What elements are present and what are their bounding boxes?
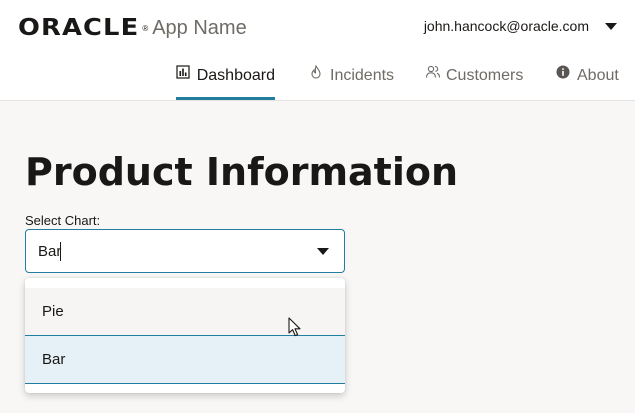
main-navigation: Dashboard Incidents Customers About — [0, 58, 635, 101]
nav-item-dashboard[interactable]: Dashboard — [176, 58, 275, 101]
caret-down-icon — [605, 22, 617, 30]
option-bar[interactable]: Bar — [25, 336, 345, 384]
oracle-logo: ORACLE — [18, 15, 140, 41]
dropdown-arrow-icon[interactable] — [317, 248, 329, 255]
registered-mark: ® — [142, 23, 149, 33]
option-label: Bar — [42, 351, 66, 368]
nav-item-label: About — [577, 67, 619, 84]
select-chart-label: Select Chart: — [25, 213, 101, 228]
nav-item-label: Dashboard — [196, 67, 275, 84]
select-chart-combobox[interactable]: Bar — [25, 229, 345, 273]
user-menu-button[interactable]: john.hancock@oracle.com — [424, 18, 617, 34]
flame-icon — [309, 65, 325, 81]
bar-chart-icon — [176, 65, 192, 81]
mouse-pointer-icon — [288, 317, 301, 337]
select-chart-input-value: Bar — [38, 243, 62, 260]
nav-item-incidents[interactable]: Incidents — [309, 58, 395, 101]
user-email: john.hancock@oracle.com — [423, 18, 589, 34]
nav-item-about[interactable]: About — [556, 58, 626, 101]
nav-item-customers[interactable]: Customers — [425, 58, 525, 101]
nav-item-label: Incidents — [330, 67, 395, 84]
app-header: ORACLE ® App Name john.hancock@oracle.com… — [0, 0, 635, 101]
option-label: Pie — [42, 303, 64, 320]
text-cursor — [60, 242, 61, 261]
app-name: App Name — [152, 16, 247, 39]
page-title: Product Information — [25, 150, 459, 194]
info-icon — [556, 65, 572, 81]
people-icon — [425, 65, 441, 81]
brand: ORACLE ® App Name — [18, 14, 247, 42]
nav-item-label: Customers — [446, 67, 524, 84]
